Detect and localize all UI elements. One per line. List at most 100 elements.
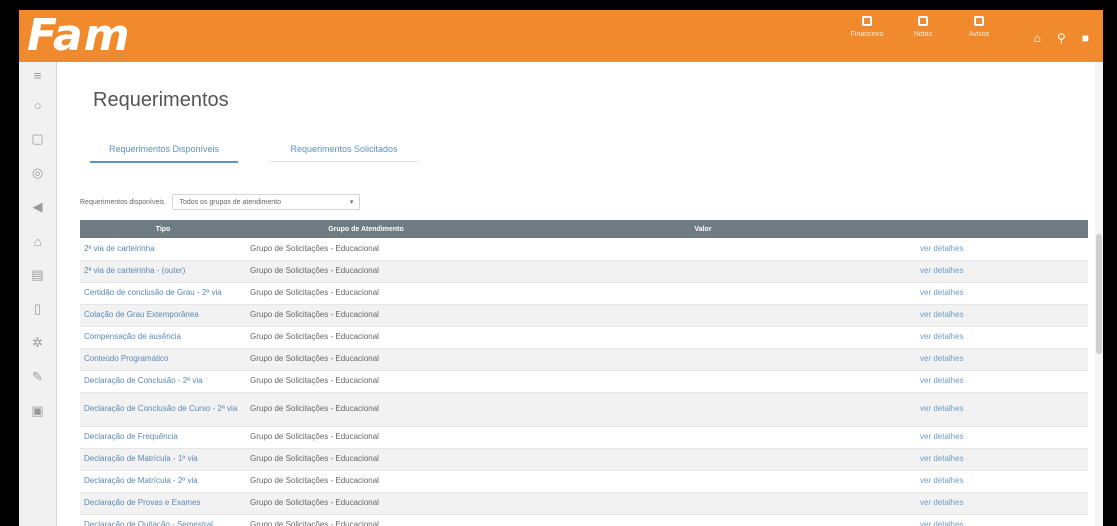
clipboard-icon: ▤ [31, 267, 44, 282]
megaphone-icon: ◀ [32, 199, 43, 214]
top-bar: Fam Financeiro Notas Avisos ⌂ ⚲ ■ [19, 10, 1103, 62]
sidebar-item-megaphone[interactable]: ◀ [19, 190, 56, 224]
notas-button[interactable]: Notas [903, 16, 943, 38]
row-grupo: Grupo de Solicitações - Educacional [246, 260, 486, 283]
app-window: Fam Financeiro Notas Avisos ⌂ ⚲ ■ ≡ ○ ▢ … [19, 10, 1103, 526]
sidebar-item-file[interactable]: ▯ [19, 292, 56, 326]
financeiro-label: Financeiro [850, 31, 884, 38]
sidebar: ≡ ○ ▢ ◎ ◀ ⌂ ▤ ▯ ✲ ✎ ▣ [19, 62, 57, 526]
row-grupo: Grupo de Solicitações - Educacional [246, 282, 486, 305]
row-valor [486, 448, 920, 471]
page-title: Requerimentos [93, 89, 229, 111]
user-icon[interactable]: ■ [1082, 32, 1089, 44]
row-tipo-link[interactable]: 2ª via de carteirinha - (outer) [80, 260, 246, 283]
row-tipo-link[interactable]: Declaração de Matrícula - 2ª via [80, 470, 246, 493]
row-valor [486, 326, 920, 349]
calendar-icon [862, 16, 872, 26]
notas-label: Notas [913, 31, 933, 38]
sidebar-item-settings[interactable]: ✲ [19, 326, 56, 360]
table-row: Declaração de Provas e Exames Grupo de So… [80, 492, 1088, 515]
table-row: Colação de Grau Extemporânea Grupo de Sol… [80, 304, 1088, 327]
grupo-select[interactable]: Todos os grupos de atendimento ▾ [172, 194, 361, 210]
calendar-icon: ▢ [31, 131, 44, 146]
house-icon: ⌂ [33, 233, 42, 249]
sidebar-item-book[interactable]: ▣ [19, 394, 56, 428]
sidebar-item-chat[interactable]: ○ [19, 88, 56, 122]
document-icon [918, 16, 928, 26]
row-tipo-link[interactable]: Declaração de Matrícula - 1ª via [80, 448, 246, 471]
grupo-select-value: Todos os grupos de atendimento [179, 198, 282, 206]
row-tipo-link[interactable]: 2ª via de carteirinha [80, 238, 246, 261]
chat-icon: ○ [33, 97, 42, 113]
ver-detalhes-link[interactable]: ver detalhes [920, 282, 1088, 305]
scrollbar[interactable] [1095, 62, 1103, 526]
ver-detalhes-link[interactable]: ver detalhes [920, 304, 1088, 327]
chevron-down-icon: ▾ [349, 199, 354, 206]
scrollbar-thumb[interactable] [1096, 234, 1102, 354]
ver-detalhes-link[interactable]: ver detalhes [920, 326, 1088, 349]
sidebar-item-pencil[interactable]: ✎ [19, 360, 56, 394]
row-valor [486, 426, 920, 449]
ver-detalhes-link[interactable]: ver detalhes [920, 426, 1088, 449]
home-icon[interactable]: ⌂ [1034, 32, 1041, 44]
row-tipo-link[interactable]: Declaração de Provas e Exames [80, 492, 246, 515]
ver-detalhes-link[interactable]: ver detalhes [920, 392, 1088, 427]
ver-detalhes-link[interactable]: ver detalhes [920, 448, 1088, 471]
ver-detalhes-link[interactable]: ver detalhes [920, 260, 1088, 283]
column-header-tipo[interactable]: Tipo [80, 220, 246, 238]
ver-detalhes-link[interactable]: ver detalhes [920, 370, 1088, 393]
row-tipo-link[interactable]: Compensação de ausência [80, 326, 246, 349]
ver-detalhes-link[interactable]: ver detalhes [920, 492, 1088, 515]
tab-requerimentos-disponiveis[interactable]: Requerimentos Disponíveis [90, 144, 238, 163]
book-icon: ▣ [31, 403, 44, 418]
financeiro-button[interactable]: Financeiro [847, 16, 887, 38]
table-row: Declaração de Matrícula - 1ª via Grupo de… [80, 448, 1088, 471]
row-valor [486, 492, 920, 515]
column-header-grupo[interactable]: Grupo de Atendimento [246, 220, 486, 238]
row-grupo: Grupo de Solicitações - Educacional [246, 426, 486, 449]
column-header-valor[interactable]: Valor [486, 220, 920, 238]
row-tipo-link[interactable]: Declaração de Conclusão - 2ª via [80, 370, 246, 393]
row-tipo-link[interactable]: Conteúdo Programático [80, 348, 246, 371]
table-row: Declaração de Matrícula - 2ª via Grupo de… [80, 470, 1088, 493]
tab-requerimentos-solicitados[interactable]: Requerimentos Solicitados [269, 144, 419, 162]
row-valor [486, 392, 920, 427]
ver-detalhes-link[interactable]: ver detalhes [920, 514, 1088, 526]
menu-icon: ≡ [33, 67, 42, 83]
sidebar-item-house[interactable]: ⌂ [19, 224, 56, 258]
ver-detalhes-link[interactable]: ver detalhes [920, 470, 1088, 493]
bell-icon[interactable]: ⚲ [1057, 32, 1066, 44]
row-valor [486, 304, 920, 327]
sidebar-item-menu[interactable]: ≡ [19, 62, 56, 88]
top-icons: ⌂ ⚲ ■ [1034, 32, 1089, 44]
row-tipo-link[interactable]: Colação de Grau Extemporânea [80, 304, 246, 327]
row-grupo: Grupo de Solicitações - Educacional [246, 370, 486, 393]
ver-detalhes-link[interactable]: ver detalhes [920, 238, 1088, 261]
row-grupo: Grupo de Solicitações - Educacional [246, 348, 486, 371]
row-tipo-link[interactable]: Declaração de Frequência [80, 426, 246, 449]
row-grupo: Grupo de Solicitações - Educacional [246, 492, 486, 515]
row-grupo: Grupo de Solicitações - Educacional [246, 326, 486, 349]
avisos-button[interactable]: Avisos [959, 16, 999, 38]
sidebar-item-globe[interactable]: ◎ [19, 156, 56, 190]
table-body: 2ª via de carteirinha Grupo de Solicitaçõ… [80, 238, 1088, 526]
pencil-icon: ✎ [32, 369, 43, 384]
requerimentos-table: Tipo Grupo de Atendimento Valor 2ª via d… [80, 220, 1088, 526]
row-grupo: Grupo de Solicitações - Educacional [246, 392, 486, 427]
globe-icon: ◎ [31, 165, 44, 180]
avisos-label: Avisos [968, 31, 990, 38]
row-valor [486, 238, 920, 261]
row-tipo-link[interactable]: Declaração de Conclusão de Curso - 2ª vi… [80, 392, 246, 427]
row-tipo-link[interactable]: Certidão de conclusão de Grau - 2ª via [80, 282, 246, 305]
filter-bar: Requerimentos disponíveis Todos os grupo… [80, 194, 361, 210]
ver-detalhes-link[interactable]: ver detalhes [920, 348, 1088, 371]
main-content: Requerimentos Requerimentos Disponíveis … [76, 62, 1091, 526]
sidebar-item-calendar[interactable]: ▢ [19, 122, 56, 156]
row-tipo-link[interactable]: Declaração de Quitação - Semestral [80, 514, 246, 526]
table-row: 2ª via de carteirinha Grupo de Solicitaçõ… [80, 238, 1088, 261]
sidebar-item-clipboard[interactable]: ▤ [19, 258, 56, 292]
top-actions: Financeiro Notas Avisos [847, 16, 999, 38]
row-valor [486, 348, 920, 371]
table-row: Certidão de conclusão de Grau - 2ª via Gr… [80, 282, 1088, 305]
grid-icon [974, 16, 984, 26]
